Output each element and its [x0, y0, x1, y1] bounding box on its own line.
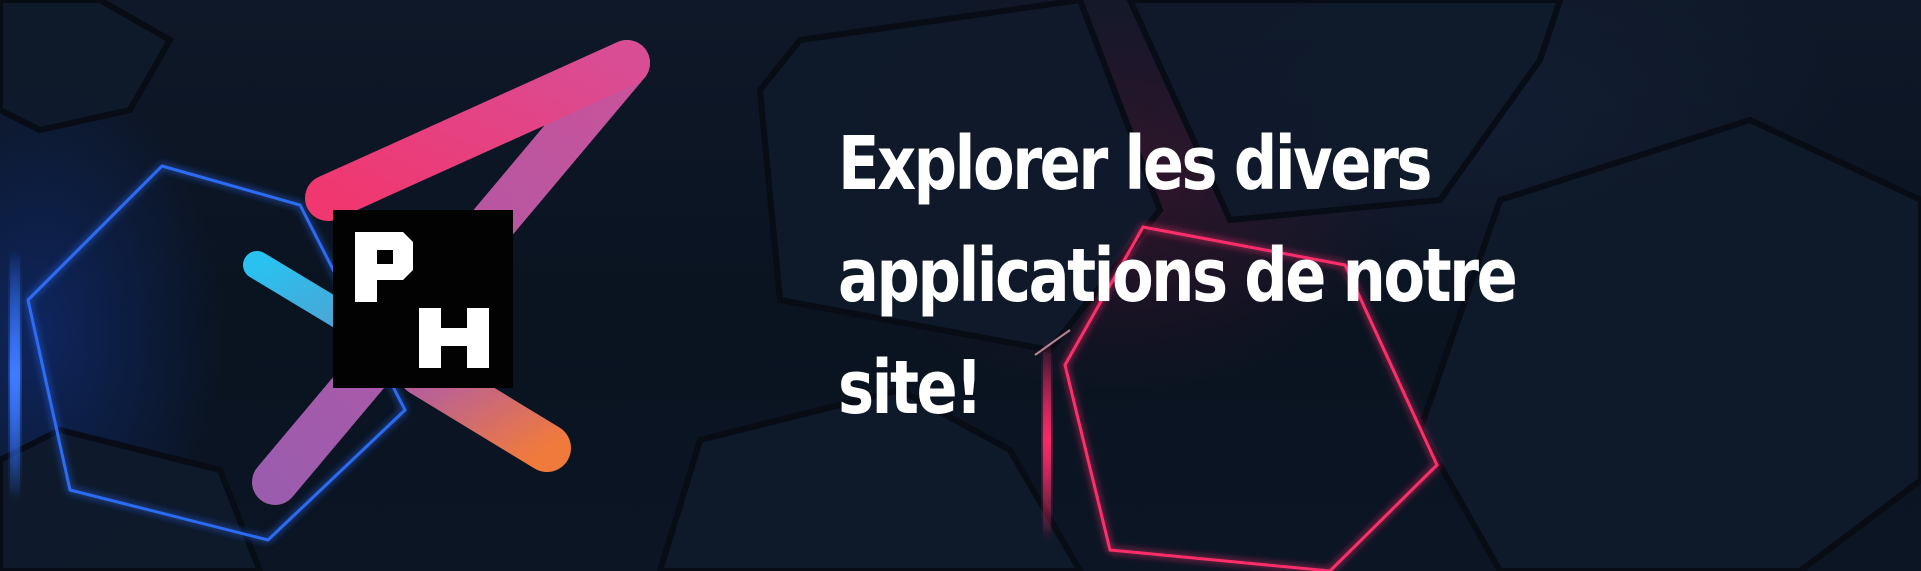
banner-headline: Explorer les divers applications de notr… — [838, 121, 1518, 431]
ph-monogram-icon — [355, 232, 489, 368]
ph-monogram-badge — [333, 210, 513, 388]
promo-banner: Explorer les divers applications de notr… — [0, 0, 1921, 571]
